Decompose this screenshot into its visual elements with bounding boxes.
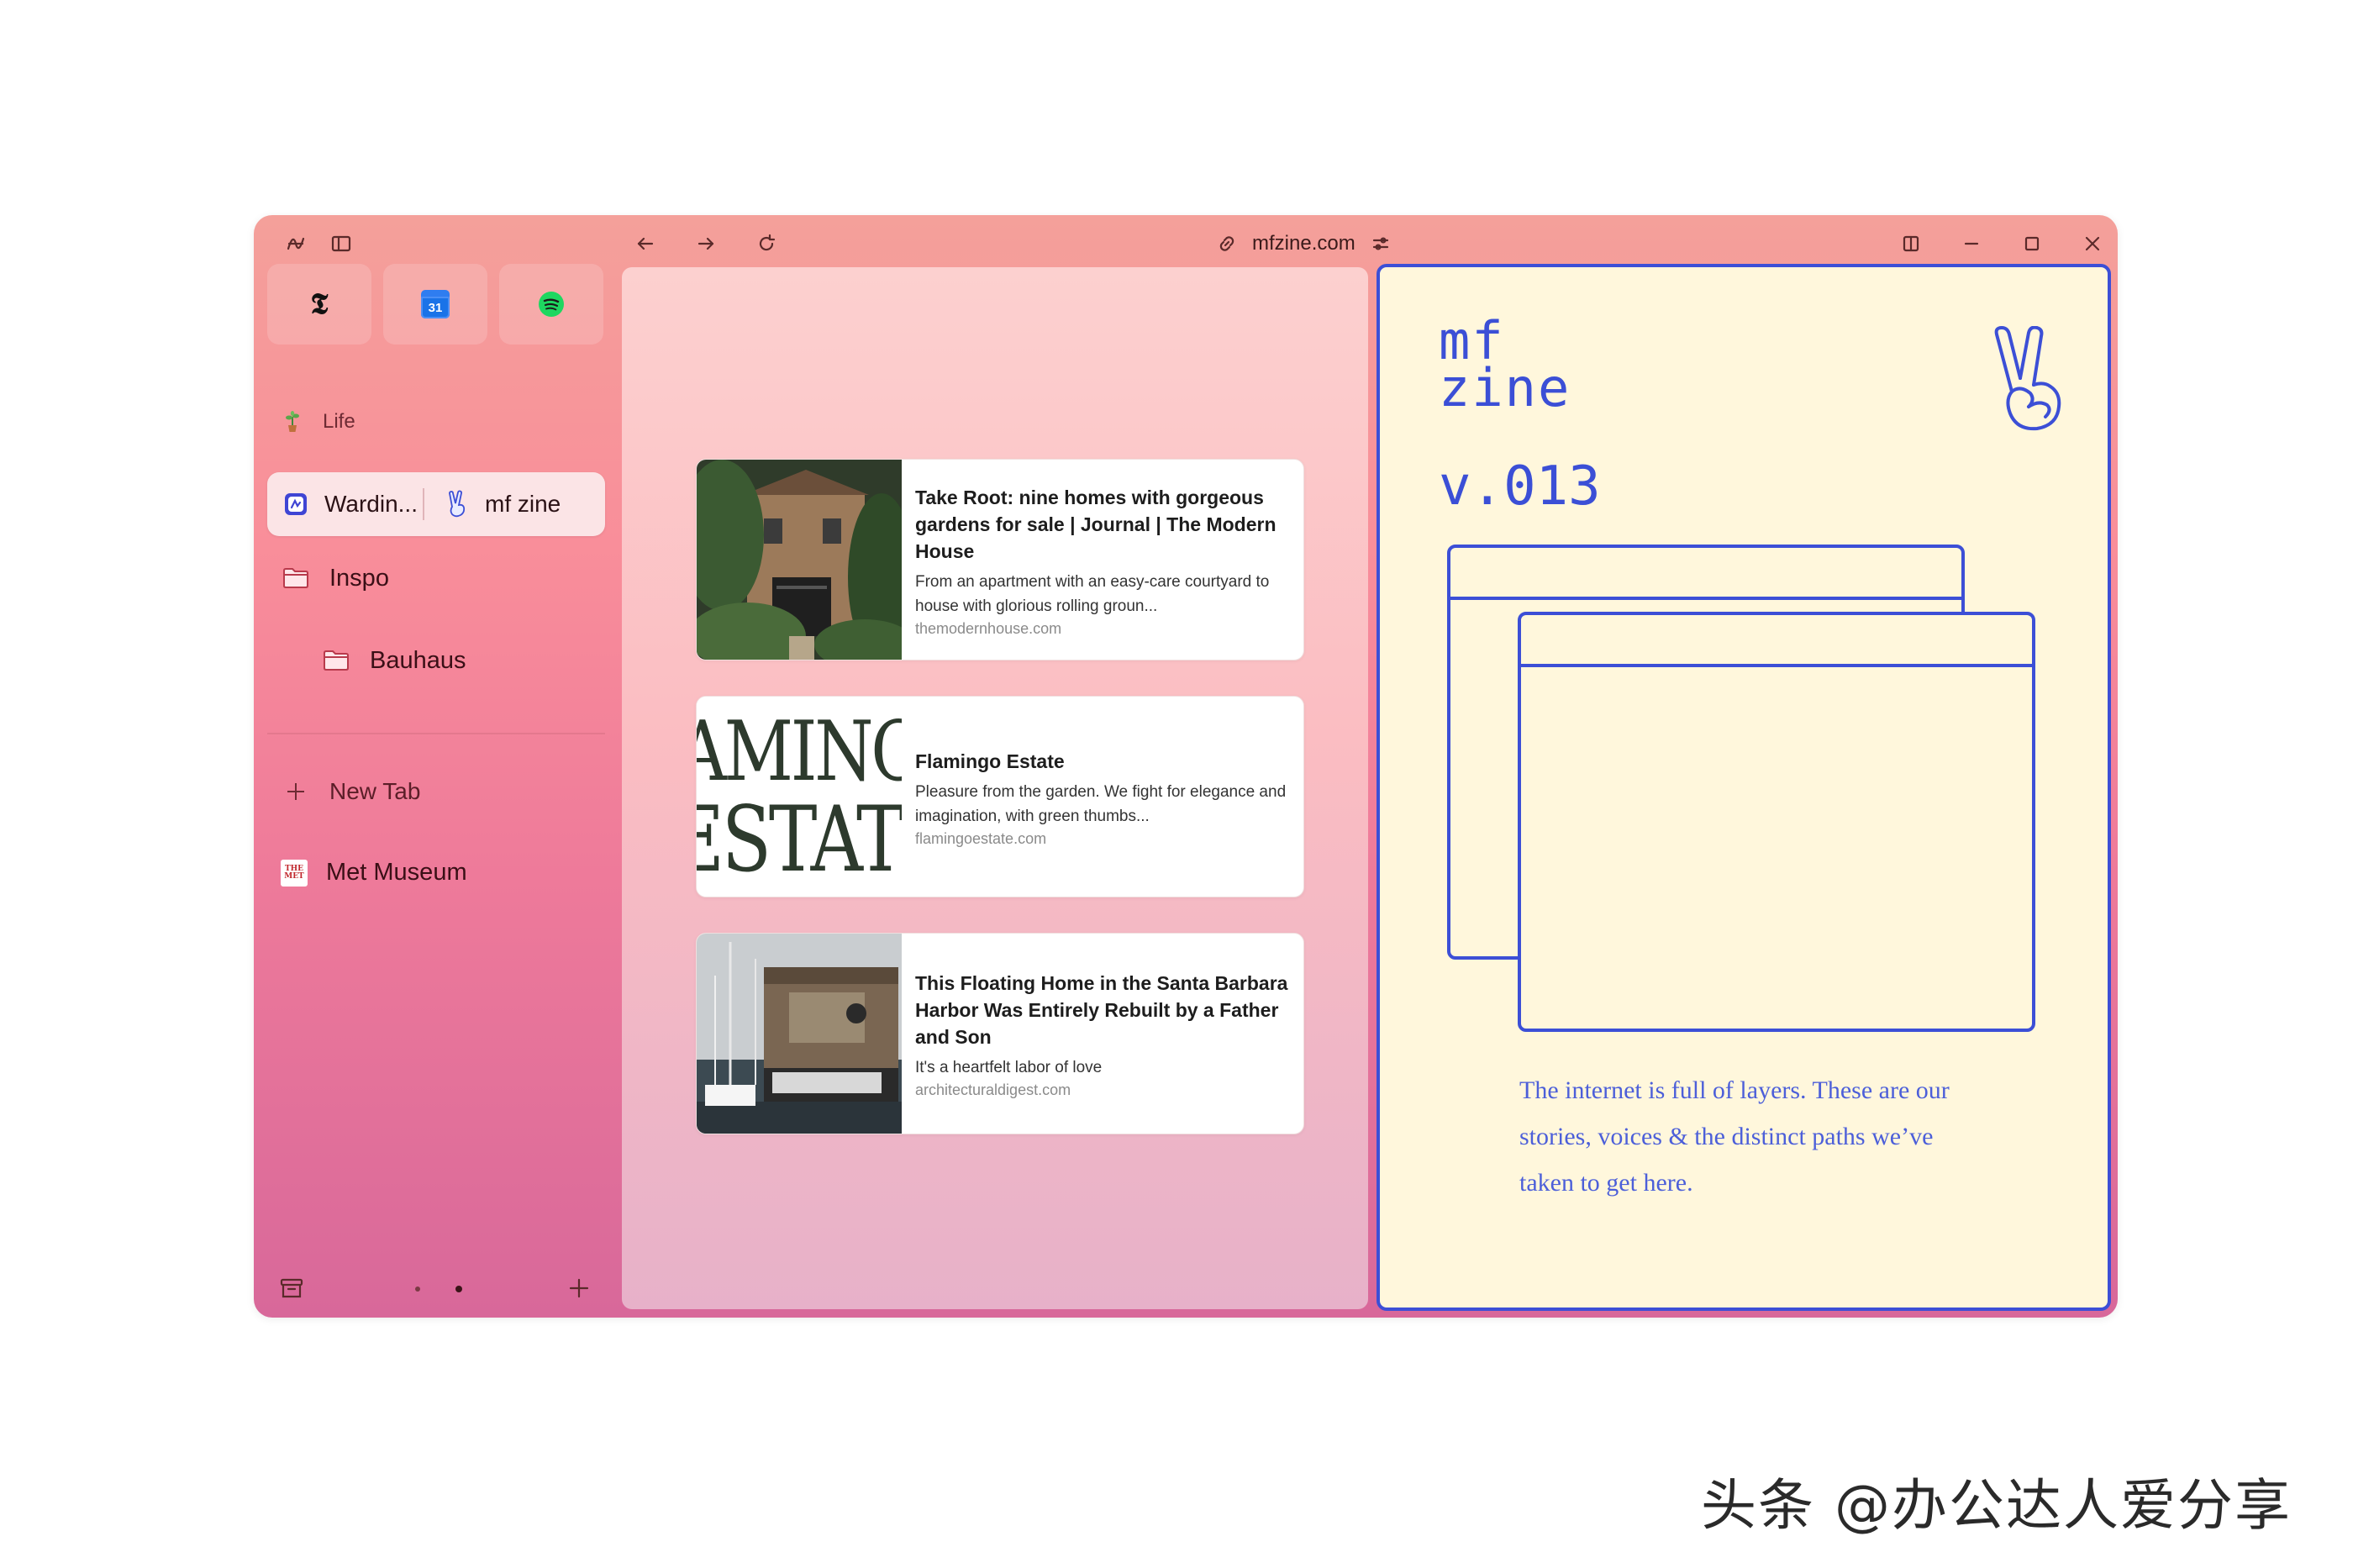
- card-thumbnail: [697, 934, 902, 1134]
- arc-logo-icon[interactable]: [279, 227, 313, 260]
- space-label[interactable]: Life: [281, 410, 355, 434]
- zine-version: v.013: [1439, 455, 1601, 518]
- pinned-tab-spotify[interactable]: [499, 264, 603, 345]
- met-favicon-icon: THE MET: [281, 859, 308, 887]
- google-calendar-icon: 31: [421, 290, 450, 318]
- folder-inspo[interactable]: Inspo: [281, 563, 389, 593]
- card-description: It's a heartfelt labor of love: [915, 1059, 1103, 1076]
- plant-icon: [286, 411, 299, 432]
- minimize-icon[interactable]: [1955, 227, 1988, 260]
- link-card[interactable]: AMINC ESTATI Flamingo Estate Pleasure fr…: [696, 696, 1304, 897]
- reload-icon[interactable]: [750, 227, 783, 260]
- card-domain: architecturaldigest.com: [915, 1081, 1071, 1098]
- split-tab[interactable]: Wardin... mf zine: [267, 472, 605, 536]
- right-content-panel: mf zine v.013 The internet is full of la…: [1377, 264, 2111, 1311]
- space-label-text: Life: [323, 410, 355, 433]
- thumb-text-line-1: AMINC: [697, 704, 902, 800]
- zine-body-text: The internet is full of layers. These ar…: [1519, 1076, 1950, 1197]
- close-icon[interactable]: [2076, 227, 2109, 260]
- new-tab-button[interactable]: New Tab: [281, 776, 420, 807]
- left-content-panel: Take Root: nine homes with gorgeous gard…: [622, 267, 1368, 1309]
- space-dot-2[interactable]: [455, 1286, 462, 1292]
- pinned-tab-calendar[interactable]: 31: [383, 264, 487, 345]
- folder-icon: [324, 650, 349, 671]
- sidebar-divider: [267, 733, 605, 734]
- sidebar-footer: [254, 1259, 613, 1318]
- plus-icon: [287, 783, 304, 800]
- wardin-favicon-icon: [285, 493, 307, 515]
- card-title: Flamingo Estate: [915, 750, 1065, 772]
- sidebar: 𝕿 31 Life Wardin... mf zine Inspo Bauhau…: [254, 262, 613, 1318]
- archive-icon[interactable]: [277, 1274, 306, 1302]
- zine-logo[interactable]: mf zine: [1439, 315, 1571, 418]
- card-description: Pleasure from the garden. We fight for e…: [915, 782, 1287, 825]
- nytimes-icon: 𝕿: [310, 287, 329, 321]
- card-domain: themodernhouse.com: [915, 619, 1062, 637]
- split-tab-right[interactable]: mf zine: [429, 490, 561, 518]
- thumb-text-line-2: ESTATI: [697, 787, 902, 892]
- layered-windows-illustration: [1447, 545, 2035, 1032]
- peace-hand-icon: [1994, 326, 2061, 431]
- split-tab-right-label: mf zine: [485, 491, 561, 517]
- pinned-tab-nytimes[interactable]: 𝕿: [267, 264, 371, 345]
- zine-logo-line-2: zine: [1439, 357, 1571, 418]
- tab-met-museum-label: Met Museum: [326, 859, 467, 886]
- forward-icon[interactable]: [689, 227, 723, 260]
- card-domain: flamingoestate.com: [915, 829, 1047, 847]
- new-tab-label: New Tab: [329, 778, 421, 804]
- sidebar-toggle-icon[interactable]: [324, 227, 358, 260]
- card-thumbnail: AMINC ESTATI: [697, 697, 902, 897]
- split-tab-left-label: Wardin...: [324, 491, 418, 517]
- split-tab-left[interactable]: Wardin...: [267, 491, 418, 518]
- url-text[interactable]: mfzine.com: [1252, 232, 1355, 255]
- link-card[interactable]: Take Root: nine homes with gorgeous gard…: [696, 459, 1304, 660]
- url-bar[interactable]: mfzine.com: [1217, 225, 1391, 262]
- peace-hand-icon: [449, 490, 466, 518]
- add-space-icon[interactable]: [565, 1274, 593, 1302]
- folder-inspo-label: Inspo: [329, 564, 389, 592]
- browser-window: mfzine.com 𝕿 31 Life Wardin... mf zine I…: [254, 215, 2118, 1318]
- card-title: Take Root: nine homes with gorgeous gard…: [915, 486, 1277, 562]
- tab-met-museum[interactable]: THE MET Met Museum: [281, 859, 467, 887]
- space-dot-1[interactable]: [415, 1286, 420, 1292]
- back-icon[interactable]: [629, 227, 662, 260]
- card-description: From an apartment with an easy-care cour…: [915, 572, 1270, 615]
- folder-bauhaus[interactable]: Bauhaus: [321, 645, 466, 676]
- card-title: This Floating Home in the Santa Barbara …: [915, 972, 1288, 1048]
- split-tab-divider: [423, 488, 424, 520]
- watermark: 头条 @办公达人爱分享: [1701, 1473, 2292, 1538]
- folder-icon: [283, 568, 308, 588]
- card-thumbnail: [697, 460, 902, 660]
- split-view-icon[interactable]: [1894, 227, 1928, 260]
- maximize-icon[interactable]: [2015, 227, 2049, 260]
- spotify-icon: [539, 292, 564, 317]
- site-controls-icon[interactable]: [1371, 234, 1391, 254]
- link-card[interactable]: This Floating Home in the Santa Barbara …: [696, 933, 1304, 1134]
- folder-bauhaus-label: Bauhaus: [370, 646, 466, 674]
- link-icon[interactable]: [1217, 234, 1237, 254]
